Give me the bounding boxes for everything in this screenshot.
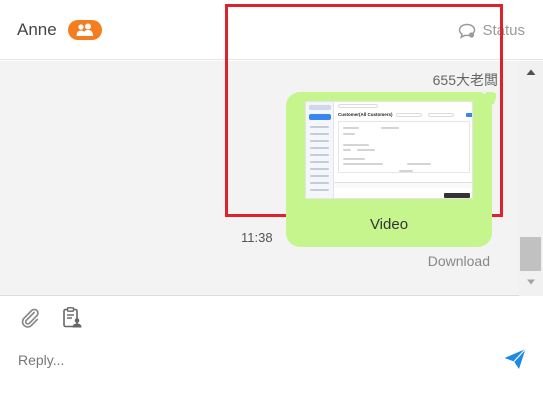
triangle-up-icon xyxy=(526,69,536,75)
message-time: 11:38 xyxy=(241,230,273,245)
scroll-thumb[interactable] xyxy=(520,237,541,271)
scroll-down-arrow[interactable] xyxy=(519,275,543,289)
video-caption: Video xyxy=(369,216,409,233)
thumbnail-title: Customer(All Customers) xyxy=(338,112,393,117)
template-button[interactable] xyxy=(60,306,84,335)
video-thumbnail[interactable]: Customer(All Customers) xyxy=(305,101,473,199)
paperclip-icon xyxy=(21,308,39,328)
send-icon xyxy=(504,348,526,369)
download-link[interactable]: Download xyxy=(428,253,490,269)
contact-name: Anne xyxy=(17,20,57,39)
thumbnail-sidebar xyxy=(306,102,334,198)
scrollbar[interactable] xyxy=(519,61,543,296)
group-badge[interactable] xyxy=(68,20,102,40)
clipboard-user-icon xyxy=(63,307,82,328)
send-button[interactable] xyxy=(503,348,527,375)
group-icon xyxy=(76,23,93,36)
reply-input[interactable] xyxy=(18,345,488,375)
triangle-down-icon xyxy=(527,279,535,285)
composer-toolbar xyxy=(0,297,543,337)
sender-name: 655大老闆 xyxy=(432,72,498,88)
scroll-up-arrow[interactable] xyxy=(519,65,543,79)
attach-button[interactable] xyxy=(19,307,41,334)
